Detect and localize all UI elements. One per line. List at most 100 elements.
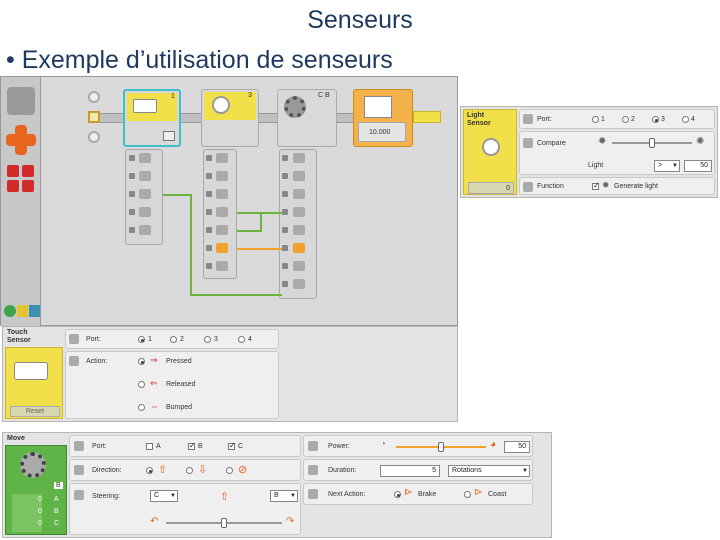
pressed-icon: ⇒ <box>150 355 158 365</box>
touch-sensor-icon <box>14 362 48 380</box>
chevron-down-icon: ▼ <box>290 493 296 499</box>
action-pressed-label: Pressed <box>166 358 192 365</box>
touch-port-3-label: 3 <box>214 336 218 343</box>
steering-icon <box>74 490 84 500</box>
compare-operator-select[interactable]: > ▼ <box>654 160 680 172</box>
light-reading-field: 0 <box>468 182 514 194</box>
next-action-brake-radio[interactable] <box>394 491 401 498</box>
light-port-2-radio[interactable] <box>622 116 629 123</box>
move-port-c-label: C <box>238 443 244 450</box>
move-port-b-label: B <box>198 443 203 450</box>
move-panel-title: Move <box>7 435 25 442</box>
next-action-brake-label: Brake <box>418 491 437 498</box>
steering-right-select[interactable]: B ▼ <box>270 490 298 502</box>
duration-unit-select[interactable]: Rotations ▼ <box>448 465 530 477</box>
chevron-down-icon: ▼ <box>170 493 176 499</box>
power-value-field[interactable]: 50 <box>504 441 530 453</box>
next-action-icon <box>308 489 318 499</box>
next-action-label: Next Action: <box>328 491 366 498</box>
wire-yesno-direction <box>163 194 282 296</box>
next-action-coast-label: Coast <box>488 491 507 498</box>
duration-label: Duration: <box>328 467 357 474</box>
move-port-b-checkbox[interactable] <box>188 441 196 450</box>
light-port-1-radio[interactable] <box>592 116 599 123</box>
bright-icon: ✺ <box>696 136 705 147</box>
power-icon <box>308 441 318 451</box>
action-pressed-radio[interactable] <box>138 358 145 365</box>
steering-label: Steering: <box>92 493 121 500</box>
compare-slider-thumb[interactable] <box>649 138 655 148</box>
touch-port-4-label: 4 <box>248 336 252 343</box>
generate-light-label: Generate light <box>614 183 658 190</box>
move-port-label: Port: <box>92 443 107 450</box>
direction-backward-radio[interactable] <box>186 467 193 474</box>
touch-panel-title-line1: Touch <box>7 329 28 336</box>
touch-panel-title-line2: Sensor <box>7 337 31 344</box>
power-slider-thumb[interactable] <box>438 442 444 452</box>
touch-port-2-radio[interactable] <box>170 336 177 343</box>
light-sensor-panel: Light Sensor 0 Port: 1 2 3 4 Compare ✹ ✺… <box>460 106 718 198</box>
dark-icon: ✹ <box>598 136 607 147</box>
touch-port-3-radio[interactable] <box>204 336 211 343</box>
feedback-b-label: B <box>54 482 63 489</box>
move-port-c-checkbox[interactable] <box>228 441 236 450</box>
light-port-4-label: 4 <box>691 116 695 123</box>
port-icon <box>523 114 533 124</box>
arrow-up-icon: ⇧ <box>158 464 168 476</box>
generate-light-icon: ✹ <box>602 180 610 190</box>
move-port-a-label: A <box>156 443 161 450</box>
direction-label: Direction: <box>92 467 122 474</box>
light-port-label: Port: <box>537 116 552 123</box>
chevron-down-icon: ▼ <box>672 163 678 169</box>
action-released-radio[interactable] <box>138 381 145 388</box>
action-bumped-label: Bumped <box>166 404 193 411</box>
touch-port-2-label: 2 <box>180 336 184 343</box>
port-icon <box>69 334 79 344</box>
feedback-a-value: 0 <box>38 496 42 503</box>
light-port-3-radio[interactable] <box>652 116 659 123</box>
move-panel: Move B 0 A 0 B 0 C Port: A B C Direction… <box>2 432 552 538</box>
bumped-icon: ⇔ <box>150 401 159 411</box>
feedback-c-value: 0 <box>38 520 42 527</box>
coast-icon: ⊳ <box>474 487 483 498</box>
feedback-a-letter: A <box>54 496 59 503</box>
light-compare-label: Light <box>588 162 604 169</box>
direction-forward-radio[interactable] <box>146 467 153 474</box>
touch-port-1-label: 1 <box>148 336 152 343</box>
turn-right-icon: ↷ <box>286 516 295 527</box>
touch-port-1-radio[interactable] <box>138 336 145 343</box>
touch-port-4-radio[interactable] <box>238 336 245 343</box>
action-bumped-radio[interactable] <box>138 404 145 411</box>
power-label: Power: <box>328 443 350 450</box>
light-port-4-radio[interactable] <box>682 116 689 123</box>
turn-left-icon: ↶ <box>150 516 159 527</box>
touch-action-label: Action: <box>86 358 108 365</box>
direction-stop-radio[interactable] <box>226 467 233 474</box>
move-port-a-checkbox[interactable] <box>146 443 153 450</box>
compare-value-field[interactable]: 50 <box>684 160 712 172</box>
feedback-b-value: 0 <box>38 508 42 515</box>
steering-car-icon: ⇧ <box>220 491 230 503</box>
slow-icon: ◔ <box>380 439 387 450</box>
function-icon <box>523 182 533 192</box>
steering-slider-thumb[interactable] <box>221 518 227 528</box>
move-gear-icon <box>20 452 46 478</box>
next-action-coast-radio[interactable] <box>464 491 471 498</box>
generate-light-checkbox[interactable] <box>592 181 600 190</box>
brake-icon: ⊳ <box>404 487 413 498</box>
feedback-c-letter: C <box>54 520 60 527</box>
feedback-b-letter: B <box>54 508 59 515</box>
slide-title: Senseurs <box>307 6 413 34</box>
compare-label: Compare <box>537 140 566 147</box>
touch-port-label: Port: <box>86 336 101 343</box>
steering-left-select[interactable]: C ▼ <box>150 490 178 502</box>
light-port-2-label: 2 <box>631 116 635 123</box>
compare-icon <box>523 138 533 148</box>
light-port-3-label: 3 <box>661 116 665 123</box>
duration-value-field[interactable]: 5 <box>380 465 440 477</box>
port-icon <box>74 441 84 451</box>
program-canvas[interactable]: 1 3 C B 10.000 <box>0 76 458 327</box>
reset-button[interactable]: Reset <box>10 406 60 417</box>
function-label: Function <box>537 183 564 190</box>
direction-icon <box>74 465 84 475</box>
